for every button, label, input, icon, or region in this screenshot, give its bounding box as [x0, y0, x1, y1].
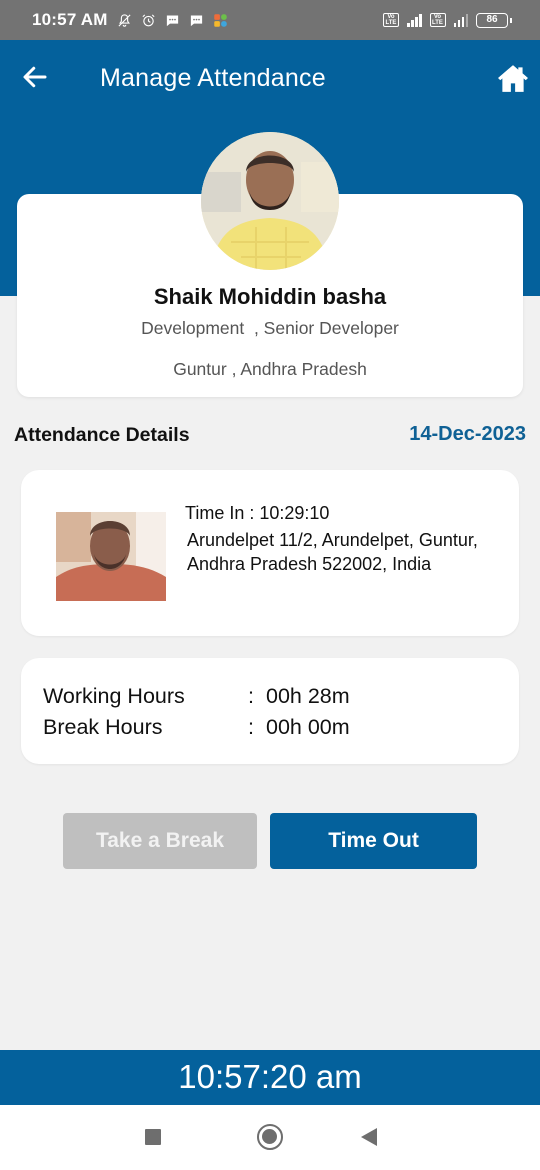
- separator: :: [248, 715, 254, 739]
- back-triangle-icon[interactable]: [361, 1128, 377, 1146]
- employee-location: Guntur , Andhra Pradesh: [173, 359, 367, 379]
- check-in-address: Arundelpet 11/2, Arundelpet, Guntur, And…: [187, 530, 478, 574]
- hours-card: Working Hours : 00h 28m Break Hours : 00…: [21, 658, 519, 764]
- page-title: Manage Attendance: [100, 64, 326, 92]
- employee-role: Development , Senior Developer: [141, 318, 399, 338]
- recent-apps-icon[interactable]: [145, 1129, 161, 1145]
- volte-icon: Vo LTE: [429, 13, 446, 27]
- status-bar: 10:57 AM Vo LTE Vo LTE 86: [0, 0, 540, 40]
- working-hours-row: Working Hours : 00h 28m: [43, 684, 350, 709]
- message-icon: [190, 15, 202, 26]
- volte-icon: Vo LTE: [383, 13, 399, 27]
- system-nav-bar: [0, 1105, 540, 1170]
- home-circle-icon[interactable]: [257, 1124, 283, 1150]
- profile-photo: [201, 132, 339, 270]
- break-hours-row: Break Hours : 00h 00m: [43, 715, 350, 740]
- message-icon: [166, 15, 178, 26]
- app-icon: [213, 13, 227, 27]
- live-clock: 10:57:20 am: [0, 1050, 540, 1105]
- alarm-icon: [142, 13, 155, 26]
- break-hours-value: 00h 00m: [266, 715, 350, 739]
- time-out-button[interactable]: Time Out: [270, 813, 477, 869]
- time-in-card: Time In : 10:29:10 Arundelpet 11/2, Arun…: [21, 470, 519, 636]
- battery-icon: 86: [476, 12, 512, 28]
- signal-icon: [453, 13, 468, 27]
- working-hours-value: 00h 28m: [266, 684, 350, 708]
- notification-icons: [116, 13, 229, 28]
- status-time: 10:57 AM: [32, 10, 108, 29]
- 4g-signal-icon: [407, 13, 422, 27]
- break-hours-label: Break Hours: [43, 715, 163, 739]
- attendance-date: 14-Dec-2023: [409, 423, 526, 445]
- time-in-value: Time In : 10:29:10: [185, 503, 330, 523]
- take-a-break-button[interactable]: Take a Break: [63, 813, 257, 869]
- notifications-off-icon: [118, 13, 131, 27]
- system-icons: Vo LTE Vo LTE 86: [383, 12, 512, 28]
- home-icon[interactable]: [496, 62, 530, 94]
- employee-name: Shaik Mohiddin basha: [153, 284, 387, 309]
- check-in-photo: [56, 512, 166, 601]
- arrow-left-icon[interactable]: [20, 62, 50, 92]
- attendance-details-heading: Attendance Details: [14, 424, 190, 446]
- avatar: [201, 132, 339, 270]
- working-hours-label: Working Hours: [43, 684, 185, 708]
- separator: :: [248, 684, 254, 708]
